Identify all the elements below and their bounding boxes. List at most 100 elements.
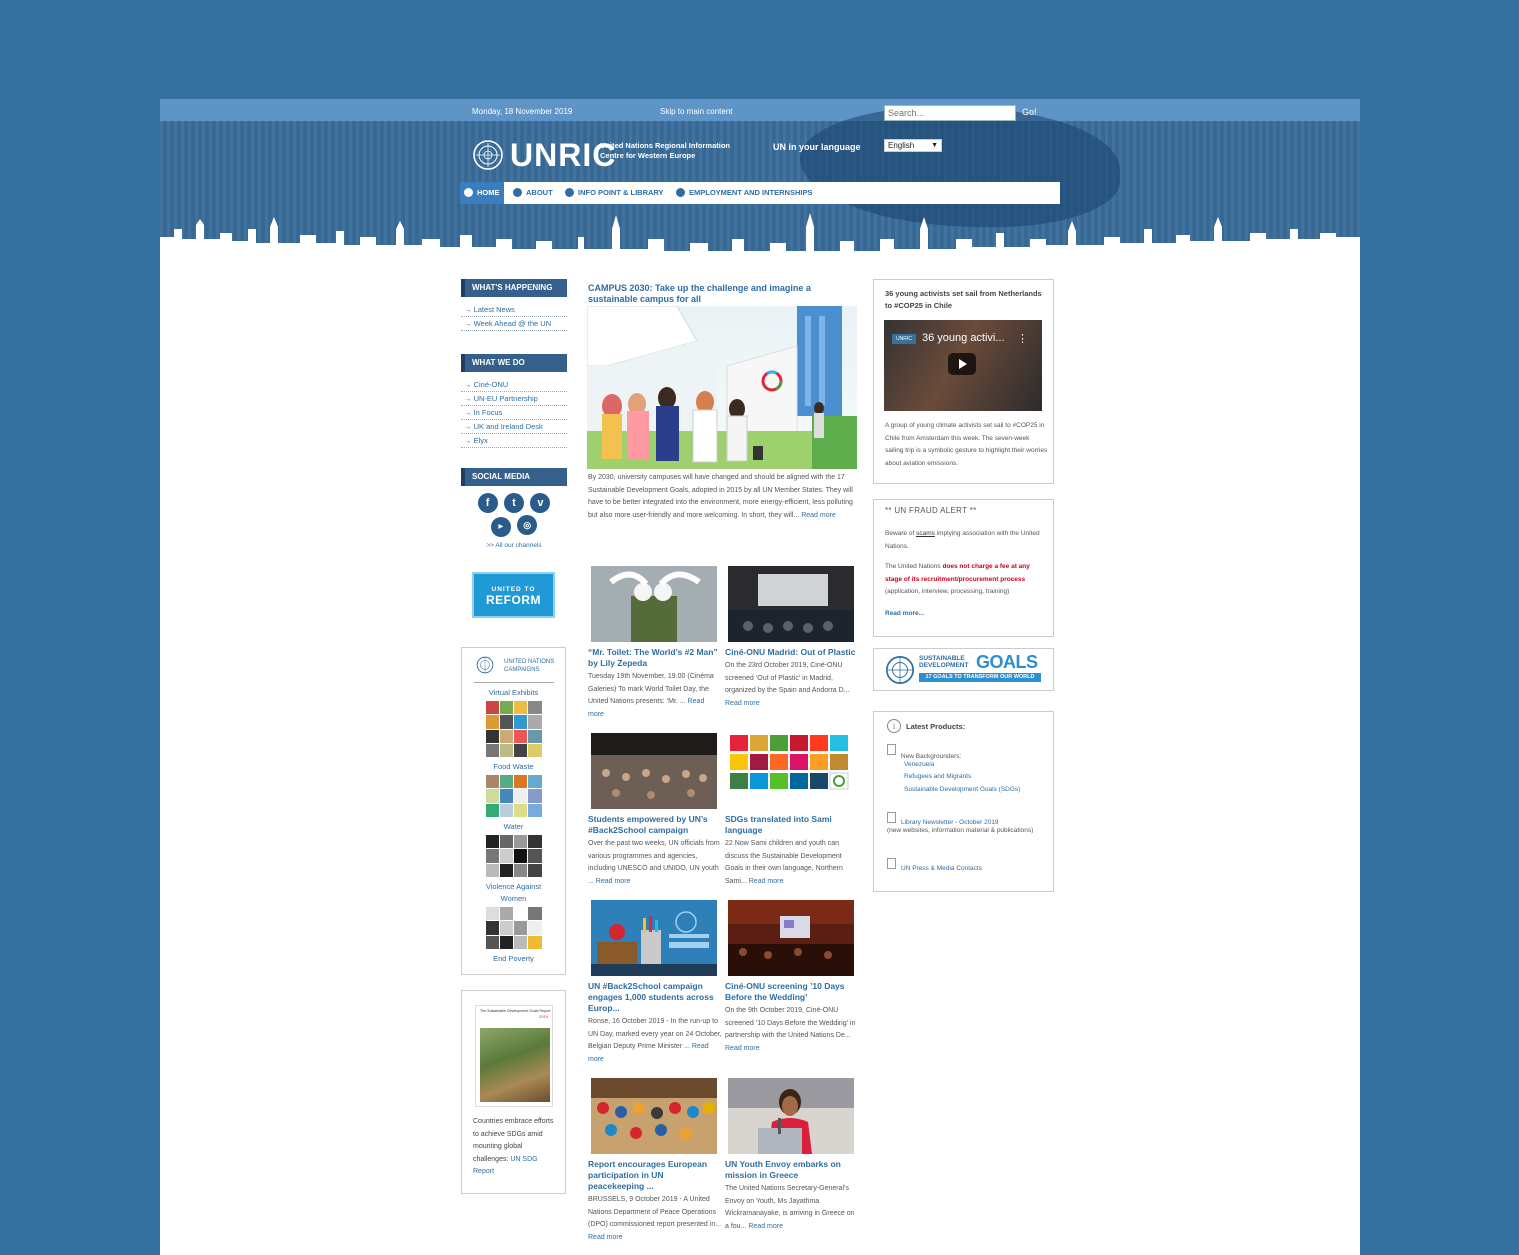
youtube-icon[interactable]: ▶ — [490, 517, 511, 537]
language-selected: English — [888, 141, 915, 150]
video-box: 36 young activists set sail from Netherl… — [873, 279, 1054, 484]
united-to-reform-banner[interactable]: UNITED TO REFORM — [472, 572, 555, 618]
article-title[interactable]: UN Youth Envoy embarks on mission in Gre… — [725, 1159, 859, 1181]
sidebar-link-in-focus[interactable]: → In Focus — [461, 406, 567, 420]
reform-line1: UNITED TO — [491, 586, 536, 593]
campaign-thumbnails[interactable] — [485, 701, 542, 757]
newsletter-note: (new websites, information material & pu… — [887, 826, 1034, 834]
play-icon[interactable] — [948, 353, 976, 375]
un-emblem-icon — [886, 656, 914, 684]
article-thumbnail[interactable] — [728, 900, 854, 976]
campaign-end-poverty[interactable]: End Poverty — [462, 953, 565, 965]
sidebar-link-elyx[interactable]: → Elyx — [461, 434, 567, 448]
campaign-thumbnails[interactable] — [485, 775, 542, 817]
article-card: UN Youth Envoy embarks on mission in Gre… — [725, 1078, 859, 1233]
campaign-violence-against-women[interactable]: Violence Against Women — [479, 881, 549, 905]
article-thumbnail[interactable] — [591, 900, 717, 976]
sdg-banner-goals: GOALS — [976, 652, 1038, 672]
sdg-report-cover[interactable]: The Sustainable Development Goals Report… — [475, 1005, 553, 1107]
sidebar-link-week-ahead[interactable]: → Week Ahead @ the UN — [461, 317, 567, 331]
read-more-link[interactable]: Read more — [588, 1234, 623, 1241]
latest-products-title: Latest Products: — [906, 722, 966, 731]
more-options-icon[interactable]: ⋮ — [1017, 332, 1028, 345]
article-title[interactable]: SDGs translated into Sami language — [725, 814, 859, 836]
unric-logo[interactable]: UNRIC United Nations Regional Informatio… — [472, 139, 732, 171]
article-thumbnail[interactable] — [728, 1078, 854, 1154]
fraud-read-more[interactable]: Read more... — [885, 610, 924, 617]
instagram-icon[interactable]: ◎ — [517, 515, 538, 535]
campaign-thumbnails[interactable] — [485, 907, 542, 949]
twitter-icon[interactable]: t — [504, 493, 524, 513]
search-go-button[interactable]: Go! — [1022, 107, 1037, 117]
campaign-food-waste[interactable]: Food Waste — [462, 761, 565, 773]
logo-tagline: United Nations Regional Information Cent… — [600, 141, 731, 160]
article-title[interactable]: Students empowered by UN’s #Back2School … — [588, 814, 722, 836]
article-image — [728, 1078, 854, 1154]
nav-employment-label: EMPLOYMENT AND INTERNSHIPS — [689, 188, 813, 197]
article-title[interactable]: Report encourages European participation… — [588, 1159, 722, 1192]
article-image — [591, 566, 717, 642]
press-media-contacts-link[interactable]: UN Press & Media Contacts — [901, 865, 982, 872]
current-date: Monday, 18 November 2019 — [472, 107, 573, 116]
article-thumbnail[interactable] — [591, 733, 717, 809]
backgrounder-link-sdgs[interactable]: Sustainable Development Goals (SDGs) — [904, 784, 1020, 797]
read-more-link[interactable]: Read more — [725, 1045, 760, 1052]
article-title[interactable]: Ciné-ONU screening ’10 Days Before the W… — [725, 981, 859, 1003]
campaign-water[interactable]: Water — [462, 821, 565, 833]
video-player[interactable]: UNRIC 36 young activi... ⋮ — [884, 320, 1042, 411]
article-card: SDGs translated into Sami language 22 No… — [725, 733, 859, 888]
read-more-link[interactable]: Read more — [596, 878, 631, 885]
campaign-virtual-exhibits[interactable]: Virtual Exhibits — [462, 687, 565, 699]
backgrounder-link-refugees[interactable]: Refugees and Migrants — [904, 771, 1020, 784]
article-image — [591, 733, 717, 809]
article-title[interactable]: “Mr. Toilet: The World’s #2 Man” by Lily… — [588, 647, 722, 669]
article-card: Report encourages European participation… — [588, 1078, 722, 1244]
article-summary: 22 Now Sami children and youth can discu… — [725, 840, 843, 885]
sidebar-link-un-eu[interactable]: → UN-EU Partnership — [461, 392, 567, 406]
sidebar-link-latest-news[interactable]: → Latest News — [461, 303, 567, 317]
section-header-social-media: SOCIAL MEDIA — [461, 468, 567, 486]
nav-home-label: HOME — [477, 188, 500, 197]
chevron-right-icon — [565, 187, 574, 197]
search-input[interactable] — [884, 105, 1016, 121]
facebook-icon[interactable]: f — [477, 493, 498, 513]
featured-image[interactable] — [587, 306, 857, 469]
nav-info-point-label: INFO POINT & LIBRARY — [578, 188, 664, 197]
read-more-link[interactable]: Read more — [725, 700, 760, 707]
divider — [473, 682, 554, 683]
article-thumbnail[interactable] — [591, 566, 717, 642]
read-more-link[interactable]: Read more — [748, 1223, 783, 1230]
article-thumbnail[interactable] — [728, 566, 854, 642]
library-newsletter-link[interactable]: Library Newsletter - October 2019 — [901, 819, 999, 826]
vimeo-icon[interactable]: v — [530, 493, 551, 513]
backgrounder-link-venezuela[interactable]: Venezuela — [904, 759, 1020, 772]
article-title[interactable]: UN #Back2School campaign engages 1,000 s… — [588, 981, 722, 1014]
site-header: Monday, 18 November 2019 Skip to main co… — [160, 99, 1360, 264]
article-image — [728, 900, 854, 976]
dropdown-arrow-icon: ▼ — [931, 142, 938, 149]
featured-title[interactable]: CAMPUS 2030: Take up the challenge and i… — [588, 283, 856, 305]
campaigns-header: UNITED NATIONS CAMPAIGNS — [504, 659, 555, 673]
article-thumbnail[interactable] — [591, 1078, 717, 1154]
sdg-banner-tagline: 17 GOALS TO TRANSFORM OUR WORLD — [919, 673, 1041, 682]
campaign-thumbnails[interactable] — [485, 835, 542, 877]
page: Monday, 18 November 2019 Skip to main co… — [160, 99, 1360, 1255]
un-campaigns-box: UNITED NATIONS CAMPAIGNS Virtual Exhibit… — [461, 647, 566, 975]
article-title[interactable]: Ciné-ONU Madrid: Out of Plastic — [725, 647, 859, 658]
scams-link[interactable]: scams — [916, 530, 935, 537]
sdg-banner[interactable]: SUSTAINABLE DEVELOPMENT GOALS 17 GOALS T… — [873, 648, 1054, 691]
sidebar-link-cine-onu[interactable]: → Ciné-ONU — [461, 378, 567, 392]
document-icon — [887, 744, 896, 755]
article-thumbnail[interactable] — [728, 733, 854, 809]
all-channels-link[interactable]: >> All our channels — [461, 542, 567, 549]
read-more-link[interactable]: Read more — [749, 878, 784, 885]
sdg-banner-line1: SUSTAINABLE DEVELOPMENT — [919, 655, 969, 669]
language-select[interactable]: English ▼ — [884, 139, 942, 152]
video-title[interactable]: 36 young activists set sail from Netherl… — [885, 288, 1047, 312]
skip-to-content-link[interactable]: Skip to main content — [660, 107, 732, 116]
sidebar-link-uk-ireland[interactable]: → UK and Ireland Desk — [461, 420, 567, 434]
article-card: Ciné-ONU Madrid: Out of Plastic On the 2… — [725, 566, 859, 710]
featured-read-more[interactable]: Read more — [801, 512, 836, 519]
video-player-label: 36 young activi... — [922, 332, 1005, 344]
left-sidebar: WHAT'S HAPPENING → Latest News → Week Ah… — [461, 279, 567, 549]
